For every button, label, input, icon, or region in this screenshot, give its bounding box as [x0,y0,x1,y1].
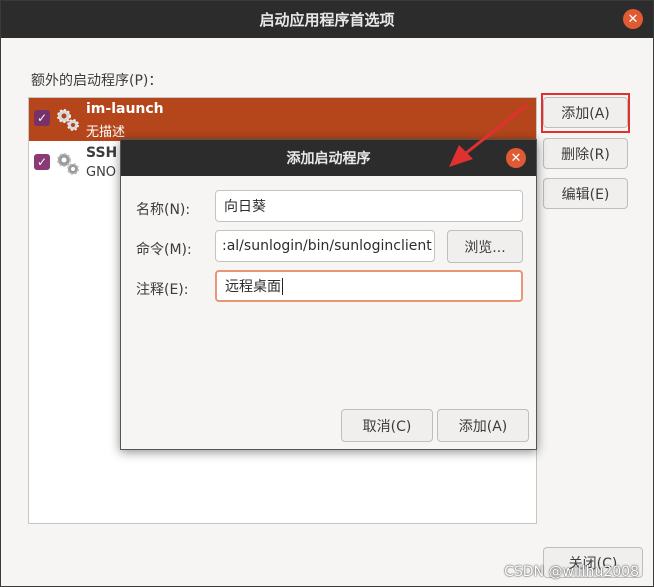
edit-button[interactable]: 编辑(E) [543,178,628,209]
dialog-title: 添加启动程序 [286,151,371,167]
name-input-value: 向日葵 [224,199,266,215]
enable-checkbox[interactable]: ✓ [34,154,50,170]
comment-input[interactable]: 远程桌面 [215,270,523,302]
text-caret [282,277,283,295]
item-description: GNO [86,165,117,180]
name-input[interactable]: 向日葵 [215,190,523,222]
gears-icon [57,109,79,131]
annotation-arrow-icon [449,103,528,167]
add-startup-program-dialog: 添加启动程序 ✕ 名称(N): 向日葵 命令(M): :al/sunlogin/… [120,139,537,450]
name-label: 名称(N): [136,202,191,218]
command-input-value: :al/sunlogin/bin/sunloginclient [222,238,432,254]
window-titlebar[interactable]: 启动应用程序首选项 ✕ [1,1,653,38]
watermark: CSDN @willhu2008 [504,564,639,580]
command-label: 命令(M): [136,242,192,258]
item-description: 无描述 [86,125,126,140]
browse-button[interactable]: 浏览... [447,230,523,263]
cancel-button[interactable]: 取消(C) [341,409,433,442]
comment-input-value: 远程桌面 [225,279,281,295]
startup-preferences-window: 启动应用程序首选项 ✕ 额外的启动程序(P)： ✓ im-launch 无描述 … [0,0,654,587]
item-name: im-launch [86,101,164,117]
window-title: 启动应用程序首选项 [259,11,395,29]
remove-button[interactable]: 删除(R) [543,138,628,169]
window-close-icon[interactable]: ✕ [623,9,643,29]
command-input[interactable]: :al/sunlogin/bin/sunloginclient [215,230,435,262]
dialog-add-button[interactable]: 添加(A) [437,409,529,442]
comment-label: 注释(E): [136,282,189,298]
gears-icon [57,153,79,175]
startup-list-label: 额外的启动程序(P)： [31,73,163,89]
item-name: SSH [86,145,118,161]
annotation-highlight-box [541,93,630,133]
enable-checkbox[interactable]: ✓ [34,110,50,126]
